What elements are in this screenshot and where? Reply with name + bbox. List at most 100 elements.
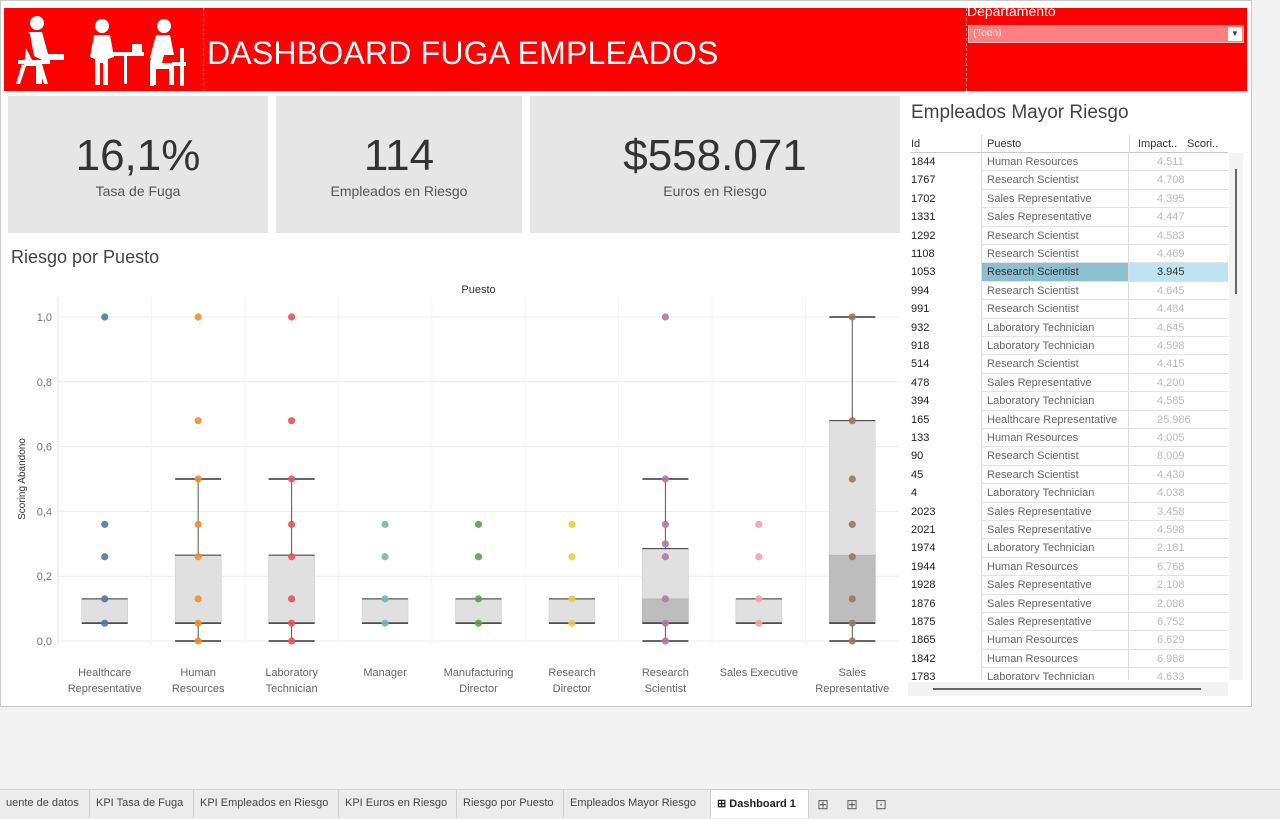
data-point[interactable] — [661, 540, 669, 548]
table-row[interactable]: 2023 Sales Representative 3.458 — [908, 502, 1228, 521]
table-row[interactable]: 1974 Laboratory Technician 2.181 — [908, 539, 1228, 558]
data-point[interactable] — [661, 313, 669, 321]
data-point[interactable] — [755, 520, 763, 528]
data-point[interactable] — [194, 520, 202, 528]
tab-kpi-euros-riesgo[interactable]: KPI Euros en Riesgo — [339, 790, 457, 818]
empleados-riesgo-table[interactable]: Id Puesto Impact.. Scori.. 1844 Human Res… — [908, 135, 1228, 680]
data-point[interactable] — [661, 475, 669, 483]
table-row[interactable]: 90 Research Scientist 8.009 — [908, 447, 1228, 466]
data-point[interactable] — [848, 553, 856, 561]
data-point[interactable] — [474, 595, 483, 603]
table-row[interactable]: 1108 Research Scientist 4.469 — [908, 245, 1228, 264]
table-row[interactable]: 394 Laboratory Technician 4.585 — [908, 392, 1228, 411]
table-row[interactable]: 991 Research Scientist 4.484 — [908, 300, 1228, 319]
data-point[interactable] — [848, 637, 856, 645]
data-point[interactable] — [381, 595, 389, 603]
data-point[interactable] — [568, 553, 576, 561]
data-point[interactable] — [755, 619, 763, 627]
column-header-puesto[interactable]: Puesto — [981, 135, 1129, 153]
departamento-filter-dropdown[interactable]: (Todo) ▼ — [968, 25, 1244, 43]
table-row[interactable]: 1844 Human Resources 4.511 — [908, 153, 1228, 172]
table-row[interactable]: 1876 Sales Representative 2.088 — [908, 594, 1228, 613]
chevron-down-icon[interactable]: ▼ — [1228, 27, 1242, 41]
table-row[interactable]: 932 Laboratory Technician 4.645 — [908, 318, 1228, 337]
tab-empleados-mayor-riesgo[interactable]: Empleados Mayor Riesgo — [564, 790, 711, 818]
data-point[interactable] — [101, 619, 109, 627]
data-point[interactable] — [848, 475, 856, 483]
column-header-scoring[interactable]: Scori.. — [1184, 135, 1228, 153]
data-point[interactable] — [381, 619, 389, 627]
new-dashboard-icon[interactable]: ⊞ — [843, 795, 861, 813]
data-point[interactable] — [288, 520, 296, 528]
data-point[interactable] — [288, 313, 296, 321]
data-point[interactable] — [194, 637, 202, 645]
scrollbar-thumb[interactable] — [1235, 169, 1237, 294]
new-story-icon[interactable]: ⊡ — [872, 795, 890, 813]
table-row[interactable]: 1702 Sales Representative 4.395 — [908, 189, 1228, 209]
data-point[interactable] — [474, 619, 483, 627]
tab-kpi-empleados-riesgo[interactable]: KPI Empleados en Riesgo — [194, 790, 339, 818]
data-point[interactable] — [381, 553, 389, 561]
table-row[interactable]: 165 Healthcare Representative 25.986 — [908, 410, 1228, 429]
table-row[interactable]: 2021 Sales Representative 4.598 — [908, 521, 1228, 540]
data-point[interactable] — [755, 553, 763, 561]
table-row[interactable]: 1767 Research Scientist 4.708 — [908, 171, 1228, 190]
data-point[interactable] — [194, 417, 202, 425]
data-point[interactable] — [288, 595, 296, 603]
data-point[interactable] — [848, 520, 856, 528]
data-point[interactable] — [288, 475, 296, 483]
data-point[interactable] — [661, 520, 669, 528]
tab-riesgo-por-puesto[interactable]: Riesgo por Puesto — [457, 790, 564, 818]
data-point[interactable] — [474, 520, 483, 528]
data-point[interactable] — [568, 520, 576, 528]
data-point[interactable] — [848, 595, 856, 603]
table-row[interactable]: 1944 Human Resources 6.768 — [908, 557, 1228, 577]
data-point[interactable] — [381, 520, 389, 528]
data-point[interactable] — [288, 637, 296, 645]
table-row[interactable]: 514 Research Scientist 4.415 — [908, 355, 1228, 374]
table-row[interactable]: 1331 Sales Representative 4.447 — [908, 208, 1228, 227]
data-point[interactable] — [474, 553, 483, 561]
data-point[interactable] — [568, 619, 576, 627]
table-row[interactable]: 133 Human Resources 4.005 — [908, 429, 1228, 448]
data-point[interactable] — [101, 313, 109, 321]
data-point[interactable] — [194, 595, 202, 603]
data-point[interactable] — [194, 313, 202, 321]
data-point[interactable] — [194, 619, 202, 627]
table-horizontal-scrollbar[interactable] — [908, 682, 1228, 696]
data-point[interactable] — [194, 553, 202, 561]
column-header-id[interactable]: Id — [911, 135, 981, 153]
data-point[interactable] — [848, 619, 856, 627]
table-row[interactable]: 994 Research Scientist 4.645 — [908, 281, 1228, 301]
table-row[interactable]: 1842 Human Resources 6.988 — [908, 649, 1228, 669]
data-point[interactable] — [101, 595, 109, 603]
data-point[interactable] — [288, 417, 296, 425]
data-point[interactable] — [661, 637, 669, 645]
table-row[interactable]: 1875 Sales Representative 6.752 — [908, 613, 1228, 632]
data-point[interactable] — [101, 520, 109, 528]
table-row[interactable]: 1292 Research Scientist 4.583 — [908, 226, 1228, 245]
table-row[interactable]: 478 Sales Representative 4.200 — [908, 373, 1228, 393]
table-vertical-scrollbar[interactable] — [1229, 153, 1243, 680]
data-point[interactable] — [101, 553, 109, 561]
table-row[interactable]: 45 Research Scientist 4.430 — [908, 465, 1228, 485]
data-point[interactable] — [848, 313, 856, 321]
new-worksheet-icon[interactable]: ⊞ — [814, 795, 832, 813]
tab-kpi-tasa-fuga[interactable]: KPI Tasa de Fuga — [90, 790, 194, 818]
data-point[interactable] — [848, 417, 856, 425]
tab-fuente-datos[interactable]: uente de datos — [0, 790, 90, 818]
data-point[interactable] — [661, 619, 669, 627]
data-point[interactable] — [288, 619, 296, 627]
data-point[interactable] — [661, 553, 669, 561]
data-point[interactable] — [568, 595, 576, 603]
scrollbar-thumb[interactable] — [933, 688, 1201, 690]
table-row[interactable]: 4 Laboratory Technician 4.038 — [908, 484, 1228, 503]
data-point[interactable] — [755, 595, 763, 603]
table-row[interactable]: 918 Laboratory Technician 4.598 — [908, 337, 1228, 356]
tab-dashboard-1[interactable]: ⊞ Dashboard 1 — [711, 790, 809, 818]
data-point[interactable] — [194, 475, 202, 483]
data-point[interactable] — [288, 553, 296, 561]
column-header-impacto[interactable]: Impact.. — [1129, 135, 1184, 153]
table-row[interactable]: 1928 Sales Representative 2.108 — [908, 576, 1228, 595]
table-row[interactable]: 1053 Research Scientist 3.945 — [908, 263, 1228, 282]
